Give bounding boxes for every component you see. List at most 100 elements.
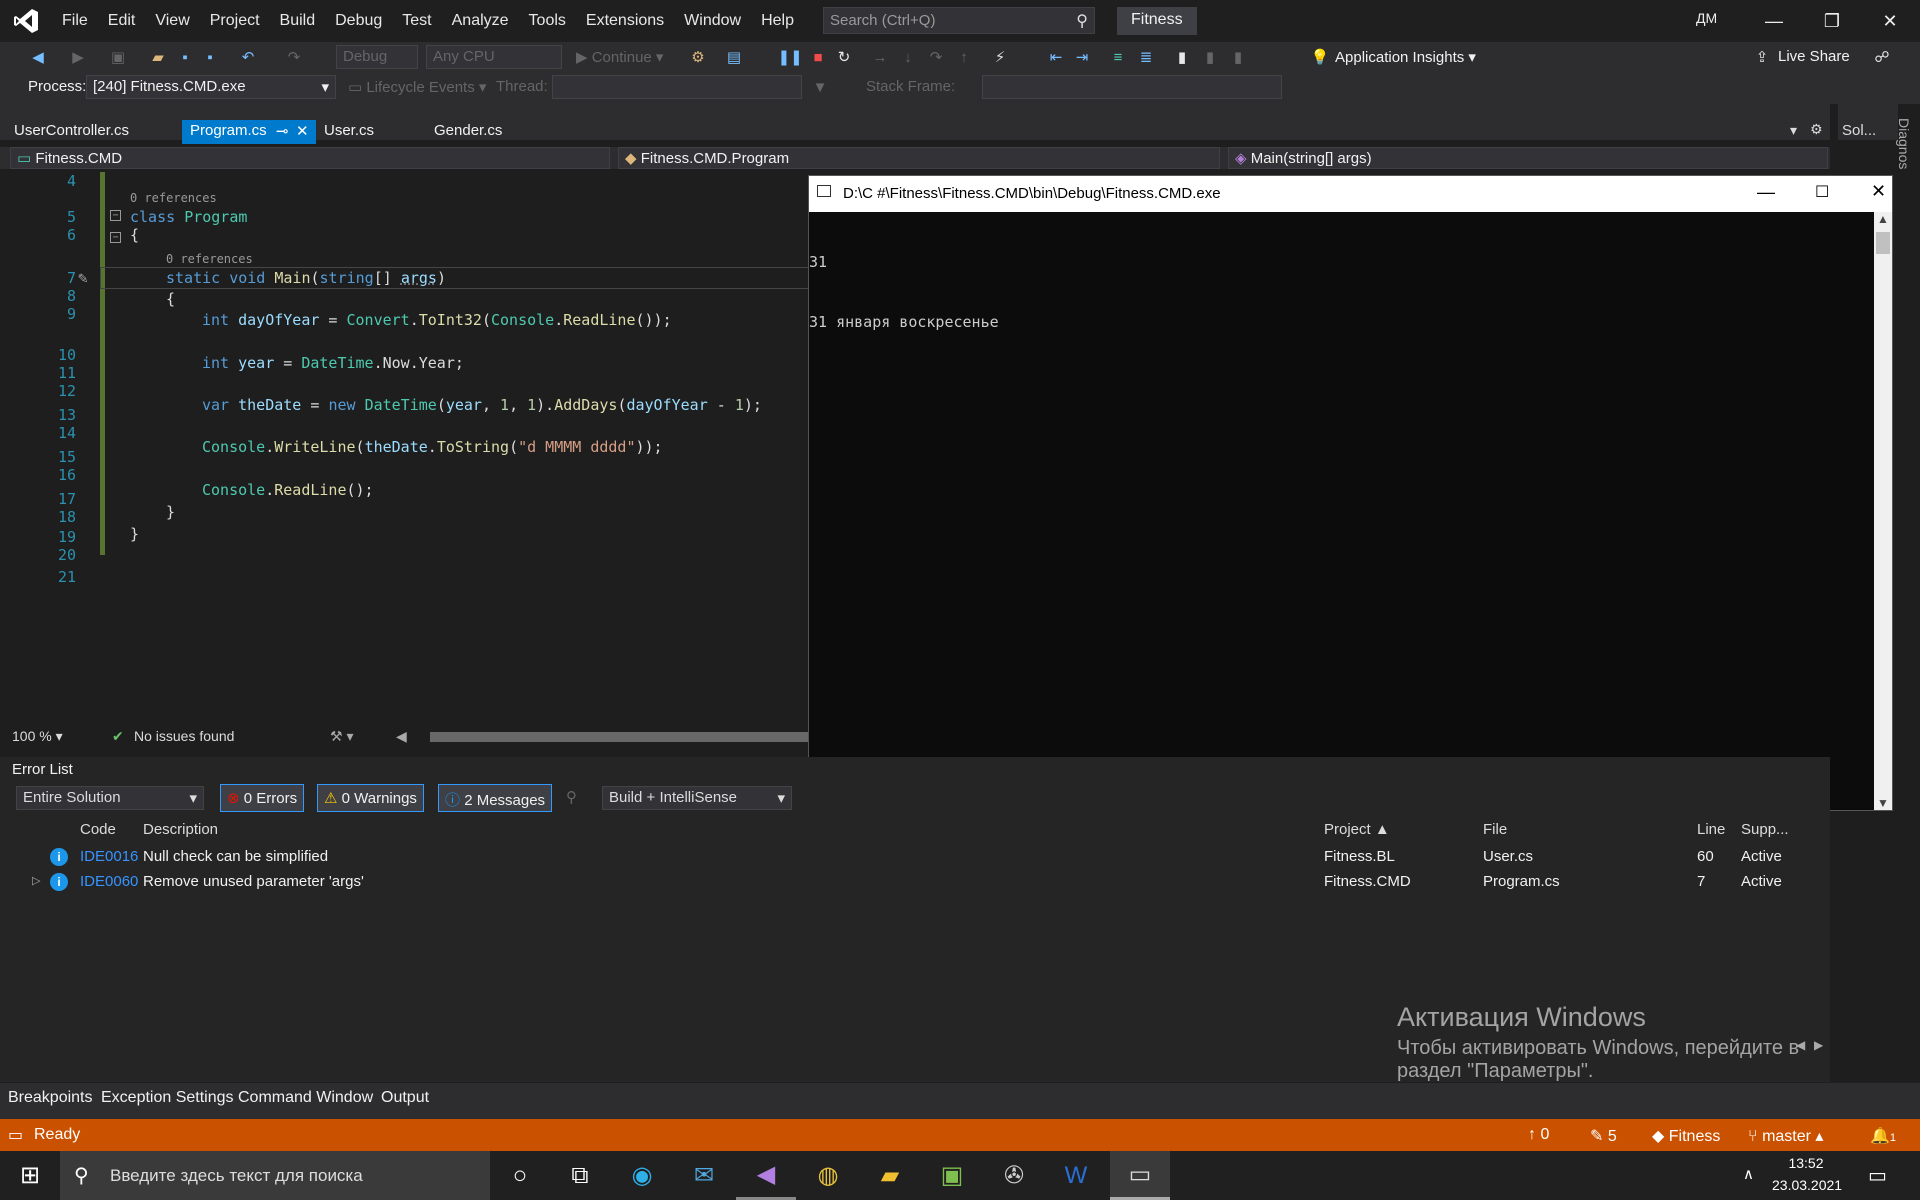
- restore-icon[interactable]: ❐: [1803, 0, 1861, 42]
- notifications-button[interactable]: 🔔1: [1870, 1126, 1896, 1146]
- maximize-icon[interactable]: ☐: [1815, 182, 1829, 202]
- scroll-right-icon[interactable]: ▶: [1814, 1038, 1823, 1052]
- clock-date[interactable]: 23.03.2021: [1772, 1177, 1842, 1193]
- solution-explorer-tab[interactable]: Sol...: [1838, 104, 1898, 140]
- source-dropdown[interactable]: Build + IntelliSense ▾: [602, 786, 792, 810]
- column-header-code[interactable]: Code: [80, 821, 116, 838]
- minimize-icon[interactable]: —: [1757, 182, 1775, 203]
- mail-icon[interactable]: ✉: [674, 1151, 734, 1200]
- configuration-dropdown[interactable]: Debug: [336, 45, 418, 69]
- show-next-statement-icon[interactable]: →: [870, 47, 890, 67]
- clear-filter-icon[interactable]: ⚲: [566, 788, 577, 806]
- diagnostics-tab[interactable]: Diagnos: [1896, 118, 1912, 169]
- tab-usercontroller[interactable]: UserController.cs: [6, 120, 137, 142]
- scroll-up-icon[interactable]: ▲: [1877, 212, 1889, 226]
- clock-time[interactable]: 13:52: [1776, 1155, 1836, 1171]
- member-dropdown[interactable]: ◈ Main(string[] args): [1228, 147, 1828, 169]
- pin-icon[interactable]: ⊸: [276, 122, 289, 140]
- tab-output[interactable]: Output: [381, 1089, 429, 1107]
- hex-display-icon[interactable]: ⚡: [990, 47, 1010, 67]
- menu-project[interactable]: Project: [200, 0, 270, 42]
- menu-analyze[interactable]: Analyze: [442, 0, 519, 42]
- process-icon[interactable]: ⚙: [688, 47, 708, 67]
- zoom-dropdown[interactable]: 100 % ▾: [12, 728, 63, 745]
- scroll-down-icon[interactable]: ▼: [1877, 796, 1889, 810]
- continue-button[interactable]: ▶ Continue ▾: [576, 48, 663, 66]
- minimize-icon[interactable]: —: [1745, 0, 1803, 42]
- menu-file[interactable]: File: [52, 0, 98, 42]
- thread-dropdown[interactable]: [552, 75, 802, 99]
- codelens-references[interactable]: 0 references: [130, 191, 217, 205]
- tray-chevron-up-icon[interactable]: ∧: [1743, 1165, 1754, 1183]
- photo-app-icon[interactable]: ▣: [922, 1151, 982, 1200]
- settings-gear-icon[interactable]: ⚙: [1810, 121, 1823, 138]
- undo-icon[interactable]: ↶: [238, 47, 258, 67]
- tab-list-dropdown-icon[interactable]: ▾: [1790, 122, 1797, 139]
- step-out-icon[interactable]: ↑: [954, 47, 974, 67]
- scope-dropdown[interactable]: Entire Solution ▾: [16, 786, 204, 810]
- chrome-icon[interactable]: ◍: [798, 1151, 858, 1200]
- comment-icon[interactable]: ≡: [1108, 47, 1128, 67]
- menu-tools[interactable]: Tools: [519, 0, 576, 42]
- console-title-bar[interactable]: D:\C #\Fitness\Fitness.CMD\bin\Debug\Fit…: [809, 176, 1892, 212]
- prev-bookmark-icon[interactable]: ▮: [1200, 47, 1220, 67]
- errors-filter-button[interactable]: ⊗ 0 Errors: [220, 784, 305, 812]
- cleanup-icon[interactable]: ⚒ ▾: [330, 728, 353, 745]
- feedback-icon[interactable]: ☍: [1872, 47, 1892, 67]
- forward-icon[interactable]: ▶: [68, 47, 88, 67]
- menu-test[interactable]: Test: [392, 0, 441, 42]
- column-header-line[interactable]: Line: [1697, 821, 1725, 838]
- filter-icon[interactable]: ▼: [810, 77, 830, 97]
- save-icon[interactable]: ▪: [175, 47, 195, 67]
- menu-extensions[interactable]: Extensions: [576, 0, 674, 42]
- collapse-icon[interactable]: −: [110, 210, 121, 221]
- project-dropdown[interactable]: ▭ Fitness.CMD: [10, 147, 610, 169]
- column-header-suppression[interactable]: Supp...: [1741, 821, 1789, 838]
- error-code-link[interactable]: IDE0016: [80, 848, 138, 865]
- menu-edit[interactable]: Edit: [98, 0, 146, 42]
- console-scrollbar[interactable]: ▲ ▼: [1874, 212, 1892, 810]
- tab-command-window[interactable]: Command Window: [238, 1089, 373, 1107]
- menu-build[interactable]: Build: [270, 0, 326, 42]
- next-bookmark-icon[interactable]: ▮: [1228, 47, 1248, 67]
- bookmark-icon[interactable]: ▮: [1172, 47, 1192, 67]
- menu-debug[interactable]: Debug: [325, 0, 392, 42]
- step-over-icon[interactable]: ↷: [926, 47, 946, 67]
- tab-user[interactable]: User.cs: [316, 120, 382, 142]
- column-header-description[interactable]: Description: [143, 821, 218, 838]
- process-dropdown[interactable]: [240] Fitness.CMD.exe ▾: [86, 75, 336, 99]
- expand-icon[interactable]: ▷: [32, 874, 40, 887]
- action-center-icon[interactable]: ▭: [1868, 1163, 1887, 1188]
- horizontal-scrollbar[interactable]: [430, 732, 810, 742]
- search-input[interactable]: Search (Ctrl+Q) ⚲: [823, 7, 1095, 34]
- pending-changes-button[interactable]: ✎ 5: [1590, 1126, 1617, 1146]
- console-app-taskbar-icon[interactable]: ▭: [1110, 1151, 1170, 1200]
- new-project-icon[interactable]: ▣: [108, 47, 128, 67]
- scroll-left-icon[interactable]: ◀: [396, 728, 407, 745]
- menu-help[interactable]: Help: [751, 0, 804, 42]
- error-code-link[interactable]: IDE0060: [80, 873, 138, 890]
- platform-dropdown[interactable]: Any CPU: [426, 45, 562, 69]
- uncomment-icon[interactable]: ≣: [1136, 47, 1156, 67]
- column-header-project[interactable]: Project ▲: [1324, 821, 1390, 838]
- edge-icon[interactable]: ◉: [612, 1151, 672, 1200]
- windows-start-icon[interactable]: ⊞: [0, 1151, 60, 1200]
- hot-reload-icon[interactable]: ▤: [724, 47, 744, 67]
- messages-filter-button[interactable]: ⓘ 2 Messages: [438, 784, 553, 812]
- live-share-button[interactable]: Live Share: [1778, 48, 1850, 65]
- quick-actions-icon[interactable]: ✎: [78, 268, 88, 287]
- branch-button[interactable]: ⑂ master ▴: [1748, 1126, 1823, 1146]
- outdent-icon[interactable]: ⇥: [1072, 47, 1092, 67]
- issues-status[interactable]: No issues found: [134, 728, 234, 744]
- save-all-icon[interactable]: ▪: [200, 47, 220, 67]
- task-view-icon[interactable]: ⧉: [550, 1151, 610, 1200]
- class-dropdown[interactable]: ◆ Fitness.CMD.Program: [618, 147, 1220, 169]
- menu-view[interactable]: View: [145, 0, 199, 42]
- avatar[interactable]: ДМ: [1696, 10, 1717, 26]
- console-window[interactable]: D:\C #\Fitness\Fitness.CMD\bin\Debug\Fit…: [808, 175, 1893, 811]
- cortana-icon[interactable]: ○: [490, 1151, 550, 1200]
- stop-icon[interactable]: ■: [808, 47, 828, 67]
- tab-breakpoints[interactable]: Breakpoints: [8, 1089, 93, 1107]
- repository-button[interactable]: ◆ Fitness: [1652, 1126, 1720, 1146]
- table-row[interactable]: i IDE0016 Null check can be simplified F…: [0, 846, 1830, 868]
